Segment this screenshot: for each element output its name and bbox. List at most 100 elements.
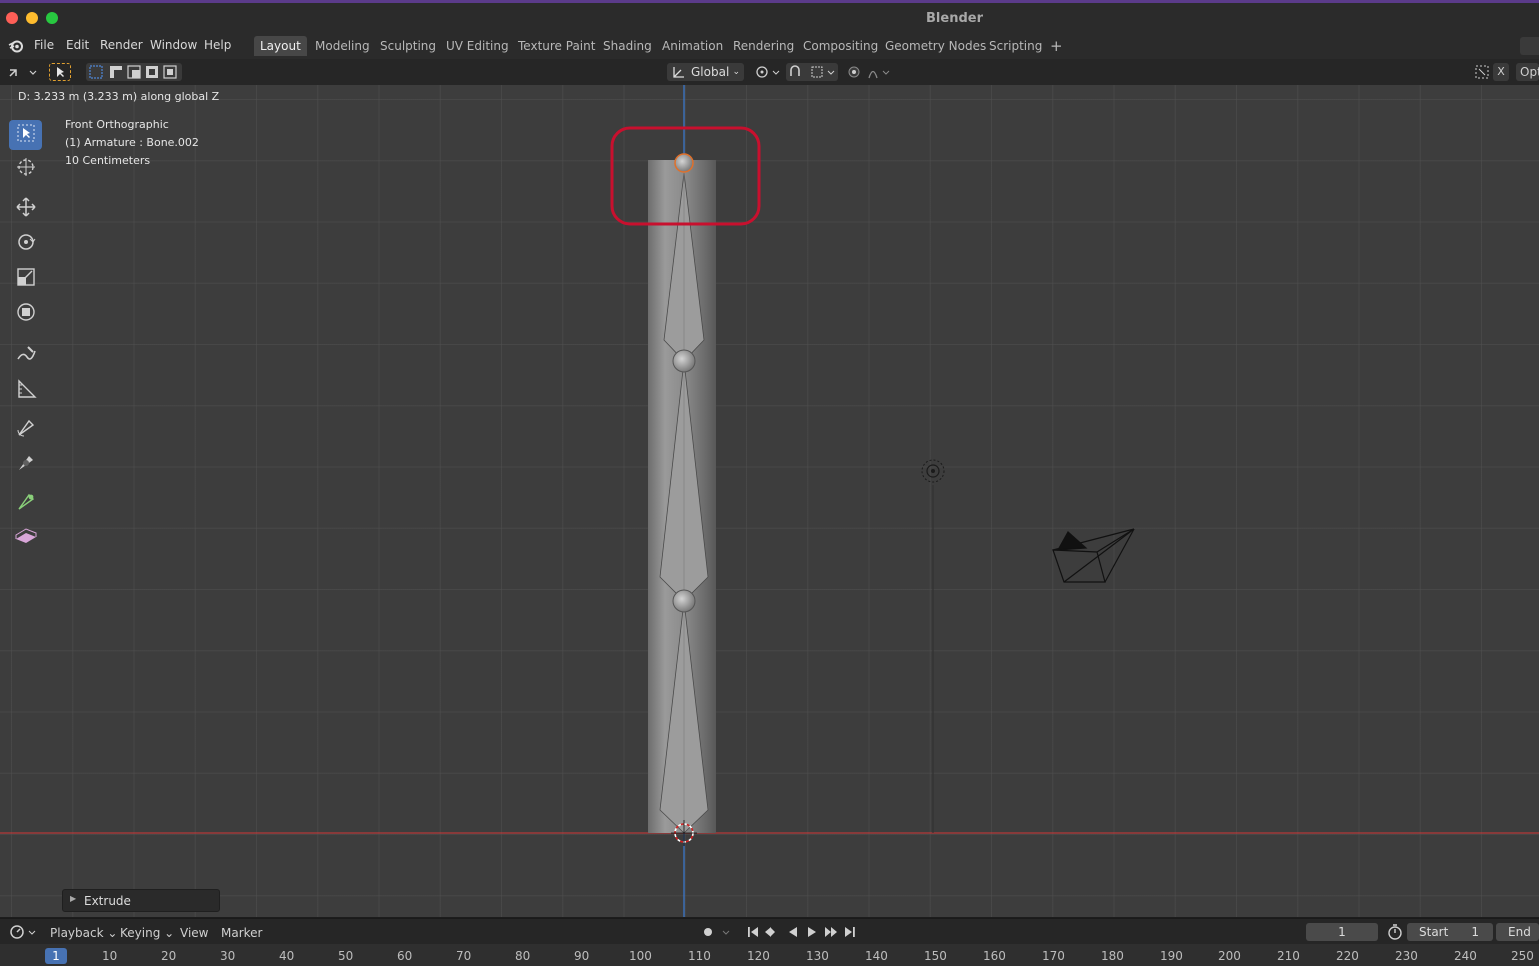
ruler-tick: 40 [279,949,295,963]
playback-controls[interactable] [742,923,862,941]
tab-rendering[interactable]: Rendering [727,36,800,56]
menu-playback[interactable]: Playback ⌄ [50,926,117,940]
tab-geometry-nodes[interactable]: Geometry Nodes [879,36,992,56]
title-bar: Blender [0,0,1539,33]
transform-icon [15,301,37,327]
grid-scale-label: 10 Centimeters [65,154,151,167]
tool-scale[interactable] [9,264,42,294]
tab-compositing[interactable]: Compositing [797,36,884,56]
bone-size-icon [15,452,37,478]
bone-roll-icon [15,417,37,443]
transform-status-text: D: 3.233 m (3.233 m) along global Z [18,90,220,103]
rotate-icon [15,231,37,257]
ruler-tick: 100 [629,949,652,963]
tool-transform[interactable] [9,299,42,329]
proportional-editing-group[interactable] [845,63,895,81]
tool-bone-size[interactable] [9,450,42,480]
tab-shading[interactable]: Shading [597,36,658,56]
tab-uv-editing[interactable]: UV Editing [440,36,515,56]
scale-icon [15,266,37,292]
tool-select-box[interactable] [9,120,42,150]
tool-move[interactable] [9,194,42,224]
menu-window[interactable]: Window [150,38,197,52]
select-box-icon [15,122,37,148]
ruler-tick: 50 [338,949,354,963]
ruler-tick: 210 [1277,949,1300,963]
tool-rotate[interactable] [9,229,42,259]
selection-mode-group[interactable] [86,63,182,81]
viewport-header: Global ⌄ X Opt [0,59,1539,85]
bone-joint-2 [672,589,696,613]
current-frame-indicator[interactable]: 1 [45,948,67,964]
snapping-group[interactable] [786,63,838,81]
menu-help[interactable]: Help [204,38,231,52]
tab-sculpting[interactable]: Sculpting [374,36,442,56]
bone-joint-1 [672,349,696,373]
ruler-tick: 190 [1160,949,1183,963]
tab-animation[interactable]: Animation [656,36,729,56]
menu-view[interactable]: View [180,926,208,940]
viewport-scene [0,85,1539,917]
next-keyframe-icon [825,927,837,937]
ruler-tick: 150 [924,949,947,963]
pivot-point-button[interactable] [752,63,782,81]
3d-viewport[interactable]: D: 3.233 m (3.233 m) along global Z Fron… [0,85,1539,917]
ruler-tick: 170 [1042,949,1065,963]
end-frame-field[interactable]: End [1496,923,1539,941]
annotate-icon [15,343,37,369]
scene-selector-button[interactable] [1520,37,1539,55]
tab-scripting[interactable]: Scripting [983,36,1048,56]
last-operator-panel[interactable]: ▶ Extrude [62,889,220,912]
jump-start-icon [748,927,758,937]
operator-panel-title: Extrude [84,894,131,908]
play-icon [808,927,816,937]
ruler-tick: 160 [983,949,1006,963]
tool-measure[interactable] [9,376,42,406]
ruler-tick: 200 [1218,949,1241,963]
select-tool-icon[interactable] [49,63,71,81]
chevron-down-icon: ⌄ [164,926,175,940]
start-frame-field[interactable]: Start 1 [1407,923,1493,941]
view-name-label: Front Orthographic [65,118,169,131]
tool-envelope[interactable] [9,523,42,553]
timeline-editor-type-button[interactable] [6,923,38,941]
frame-ruler[interactable]: 1 10 20 30 40 50 60 70 80 90 100 110 120… [0,944,1539,966]
selected-bone-tip [674,153,694,173]
menu-render[interactable]: Render [100,38,143,52]
chevron-down-icon: ⌄ [107,926,118,940]
tab-texture-paint[interactable]: Texture Paint [512,36,601,56]
options-button[interactable]: Opt [1516,63,1539,81]
orientation-icon [671,63,685,86]
tab-layout[interactable]: Layout [254,36,307,56]
editor-type-button[interactable] [6,63,38,81]
ruler-tick: 180 [1101,949,1124,963]
transform-orientation-dropdown[interactable]: Global ⌄ [667,63,744,81]
stopwatch-icon[interactable] [1386,923,1404,941]
reverse-play-icon [789,927,797,937]
ruler-tick: 10 [102,949,118,963]
chevron-right-icon: ▶ [70,894,77,903]
menu-file[interactable]: File [34,38,54,52]
tool-shelf [6,118,48,558]
current-frame-field[interactable]: 1 [1306,923,1378,941]
ruler-tick: 130 [806,949,829,963]
ruler-tick: 110 [688,949,711,963]
ruler-tick: 30 [220,949,236,963]
tool-annotate[interactable] [9,341,42,371]
tool-extrude[interactable] [9,489,42,519]
blender-logo-icon[interactable] [8,38,24,58]
menu-marker[interactable]: Marker [221,926,262,940]
ruler-tick: 60 [397,949,413,963]
auto-keying-button[interactable] [698,923,736,941]
prev-keyframe-icon [765,927,775,937]
ruler-tick: 240 [1454,949,1477,963]
add-workspace-button[interactable]: + [1044,36,1069,56]
gizmo-toggle-icon[interactable] [1472,63,1492,81]
tool-cursor[interactable] [9,154,42,184]
menu-keying[interactable]: Keying ⌄ [120,926,174,940]
menu-edit[interactable]: Edit [66,38,89,52]
orientation-label: Global [691,65,730,79]
tool-roll[interactable] [9,415,42,445]
overlay-close-button[interactable]: X [1493,63,1509,81]
tab-modeling[interactable]: Modeling [309,36,376,56]
